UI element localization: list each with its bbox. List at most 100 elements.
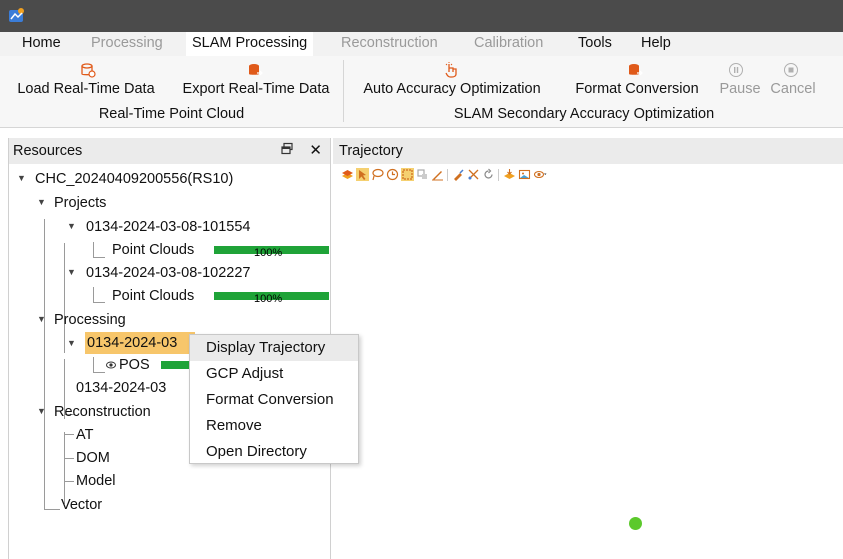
- tree-node-point-clouds-2[interactable]: Point Clouds: [112, 285, 194, 307]
- resources-header: Resources ✕: [9, 138, 330, 164]
- eye-icon[interactable]: [106, 361, 116, 369]
- cancel-label: Cancel: [770, 81, 816, 97]
- ribbon-group-realtime-point-cloud: Real-Time Point Cloud: [98, 106, 245, 122]
- tree-node-processing-1[interactable]: 0134-2024-03: [85, 332, 195, 354]
- tree-node-processing[interactable]: Processing: [54, 309, 126, 331]
- database-convert-icon: [629, 64, 643, 76]
- trajectory-panel: Trajectory: [333, 138, 843, 559]
- tree-node-processing-2[interactable]: 0134-2024-03: [76, 377, 166, 399]
- tree-line: [93, 372, 105, 373]
- menu-bar: Home Processing SLAM Processing Reconstr…: [0, 32, 843, 56]
- image-icon[interactable]: [518, 168, 531, 181]
- eye-dropdown-icon[interactable]: [534, 168, 547, 181]
- context-menu-remove[interactable]: Remove: [190, 413, 358, 439]
- context-menu-format-conversion[interactable]: Format Conversion: [190, 387, 358, 413]
- tree-node-project-2[interactable]: 0134-2024-03-08-102227: [86, 262, 250, 284]
- tree-node-at[interactable]: AT: [76, 424, 93, 446]
- tree-line: [64, 458, 74, 459]
- pause-label: Pause: [719, 81, 761, 97]
- menu-processing[interactable]: Processing: [91, 35, 163, 51]
- select-arrow-icon[interactable]: [356, 168, 369, 181]
- pause-button[interactable]: Pause: [715, 56, 765, 104]
- expand-caret-icon[interactable]: ▼: [67, 221, 76, 231]
- hand-pointer-icon: [445, 62, 457, 78]
- database-load-icon: [81, 63, 96, 78]
- pause-icon: [729, 63, 743, 77]
- tree-node-root[interactable]: CHC_20240409200556(RS10): [35, 168, 233, 190]
- trajectory-title: Trajectory: [339, 143, 403, 159]
- export-layer-icon[interactable]: [503, 168, 516, 181]
- progress-text-1: 100%: [254, 247, 283, 259]
- load-realtime-data-label: Load Real-Time Data: [17, 81, 155, 97]
- tree-line: [44, 219, 45, 509]
- tree-node-dom[interactable]: DOM: [76, 447, 110, 469]
- tree-line: [64, 434, 74, 435]
- brush-icon[interactable]: [452, 168, 465, 181]
- close-panel-icon[interactable]: ✕: [309, 141, 322, 159]
- tree-node-project-1[interactable]: 0134-2024-03-08-101554: [86, 216, 250, 238]
- tree-node-projects[interactable]: Projects: [54, 192, 106, 214]
- format-conversion-button[interactable]: Format Conversion: [561, 56, 713, 104]
- export-realtime-data-button[interactable]: Export Real-Time Data: [173, 56, 339, 104]
- expand-caret-icon[interactable]: ▼: [67, 338, 76, 348]
- scissors-icon[interactable]: [467, 168, 480, 181]
- ribbon: Load Real-Time Data Export Real-Time Dat…: [0, 56, 843, 128]
- format-conversion-label: Format Conversion: [575, 81, 699, 97]
- rectangle-select-icon[interactable]: [401, 168, 414, 181]
- tree-line: [93, 257, 105, 258]
- toolbar-separator: [498, 169, 499, 181]
- menu-slam-processing[interactable]: SLAM Processing: [186, 32, 314, 56]
- layer-icon[interactable]: [341, 168, 354, 181]
- tree-line: [93, 287, 94, 302]
- tree-line: [64, 243, 65, 353]
- refresh-icon[interactable]: [482, 168, 495, 181]
- expand-caret-icon[interactable]: ▼: [37, 406, 46, 416]
- tree-line: [64, 481, 74, 482]
- stop-icon: [784, 63, 798, 77]
- trajectory-toolbar: [341, 168, 571, 184]
- resources-title: Resources: [13, 143, 83, 159]
- database-export-icon: [249, 64, 263, 76]
- frame-icon[interactable]: [416, 168, 429, 181]
- progress-text-2: 100%: [254, 293, 283, 305]
- float-panel-icon[interactable]: [280, 142, 294, 156]
- menu-tools[interactable]: Tools: [578, 35, 612, 51]
- cancel-button[interactable]: Cancel: [765, 56, 821, 104]
- expand-caret-icon[interactable]: ▼: [67, 267, 76, 277]
- trajectory-header: Trajectory: [333, 138, 843, 164]
- ribbon-separator: [343, 60, 344, 122]
- auto-accuracy-optimization-label: Auto Accuracy Optimization: [363, 81, 541, 97]
- toolbar-separator: [447, 169, 448, 181]
- tree-line: [93, 242, 94, 257]
- auto-accuracy-optimization-button[interactable]: Auto Accuracy Optimization: [347, 56, 557, 104]
- menu-home[interactable]: Home: [22, 35, 61, 51]
- menu-reconstruction[interactable]: Reconstruction: [341, 35, 438, 51]
- lasso-icon[interactable]: [371, 168, 384, 181]
- tree-line: [93, 357, 94, 372]
- tree-line: [44, 509, 60, 510]
- title-bar: [0, 0, 843, 32]
- menu-calibration[interactable]: Calibration: [474, 35, 543, 51]
- tree-node-pos[interactable]: POS: [119, 354, 150, 376]
- context-menu: Display Trajectory GCP Adjust Format Con…: [189, 334, 359, 464]
- context-menu-open-directory[interactable]: Open Directory: [190, 439, 358, 465]
- expand-caret-icon[interactable]: ▼: [37, 314, 46, 324]
- tree-node-point-clouds-1[interactable]: Point Clouds: [112, 239, 194, 261]
- expand-caret-icon[interactable]: ▼: [37, 197, 46, 207]
- ribbon-group-slam-optimization: SLAM Secondary Accuracy Optimization: [453, 106, 715, 122]
- trajectory-point: [629, 517, 642, 530]
- tree-node-vector[interactable]: Vector: [61, 494, 102, 516]
- clock-icon[interactable]: [386, 168, 399, 181]
- expand-caret-icon[interactable]: ▼: [17, 173, 26, 183]
- export-realtime-data-label: Export Real-Time Data: [182, 81, 330, 97]
- tree-line: [93, 302, 105, 303]
- context-menu-display-trajectory[interactable]: Display Trajectory: [190, 335, 358, 361]
- app-logo-icon: [9, 8, 24, 22]
- tree-node-model[interactable]: Model: [76, 470, 116, 492]
- context-menu-gcp-adjust[interactable]: GCP Adjust: [190, 361, 358, 387]
- progress-bar-pos: [161, 361, 191, 369]
- menu-help[interactable]: Help: [641, 35, 671, 51]
- tree-node-reconstruction[interactable]: Reconstruction: [54, 401, 151, 423]
- load-realtime-data-button[interactable]: Load Real-Time Data: [0, 56, 172, 104]
- pen-icon[interactable]: [431, 168, 444, 181]
